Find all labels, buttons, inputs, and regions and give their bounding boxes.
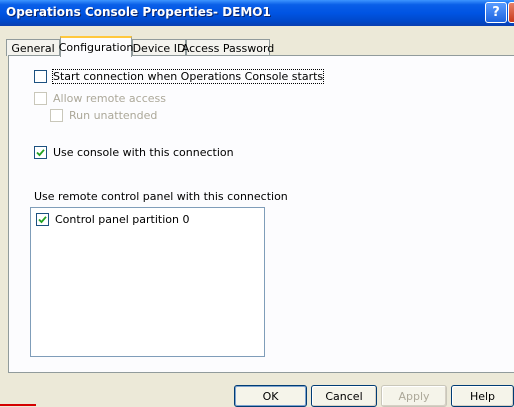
ok-button-label: OK xyxy=(262,389,279,403)
allow-remote-access-option: Allow remote access xyxy=(34,92,166,105)
help-button-label: Help xyxy=(469,389,496,403)
run-unattended-option: Run unattended xyxy=(50,109,157,122)
run-unattended-label: Run unattended xyxy=(69,109,158,122)
allow-remote-access-label: Allow remote access xyxy=(53,92,166,105)
allow-remote-access-checkbox xyxy=(34,92,47,105)
partition-label: Control panel partition 0 xyxy=(55,213,190,226)
partition-listbox[interactable]: Control panel partition 0 xyxy=(30,207,265,357)
tab-access-password[interactable]: Access Password xyxy=(182,39,274,56)
tab-device-id[interactable]: Device ID xyxy=(132,39,186,56)
checkmark-icon xyxy=(36,149,45,157)
dialog-buttons: OK Cancel Apply Help xyxy=(0,385,514,407)
cancel-button-label: Cancel xyxy=(325,389,363,403)
title-bar[interactable]: Operations Console Properties- DEMO1 ? X xyxy=(0,0,514,26)
tab-label: Device ID xyxy=(132,41,186,55)
start-connection-label: Start connection when Operations Console… xyxy=(51,69,325,84)
use-console-checkbox[interactable] xyxy=(34,146,47,159)
tab-label: Configuration xyxy=(58,41,134,54)
cancel-button[interactable]: Cancel xyxy=(311,385,377,407)
properties-dialog: Operations Console Properties- DEMO1 ? X… xyxy=(0,0,514,407)
run-unattended-checkbox xyxy=(50,109,63,122)
partition-checkbox[interactable] xyxy=(36,213,49,226)
apply-button: Apply xyxy=(381,385,447,407)
list-item[interactable]: Control panel partition 0 xyxy=(36,213,189,226)
tab-label: Access Password xyxy=(181,41,275,55)
checkmark-icon xyxy=(38,216,47,224)
tab-label: General xyxy=(11,41,55,55)
remote-panel-heading: Use remote control panel with this conne… xyxy=(34,190,288,203)
ok-button[interactable]: OK xyxy=(234,385,307,407)
apply-button-label: Apply xyxy=(398,389,430,403)
tab-general[interactable]: General xyxy=(6,39,60,56)
close-title-button[interactable]: X xyxy=(508,2,514,23)
help-title-button[interactable]: ? xyxy=(485,2,507,23)
window-title: Operations Console Properties- DEMO1 xyxy=(6,5,271,19)
tab-configuration[interactable]: Configuration xyxy=(58,36,134,57)
question-mark-icon: ? xyxy=(492,5,500,20)
help-button[interactable]: Help xyxy=(451,385,514,407)
red-divider xyxy=(0,404,36,406)
use-console-label: Use console with this connection xyxy=(53,146,234,159)
use-console-option[interactable]: Use console with this connection xyxy=(34,146,234,159)
start-connection-option[interactable]: Start connection when Operations Console… xyxy=(34,69,325,84)
start-connection-checkbox[interactable] xyxy=(34,70,47,83)
